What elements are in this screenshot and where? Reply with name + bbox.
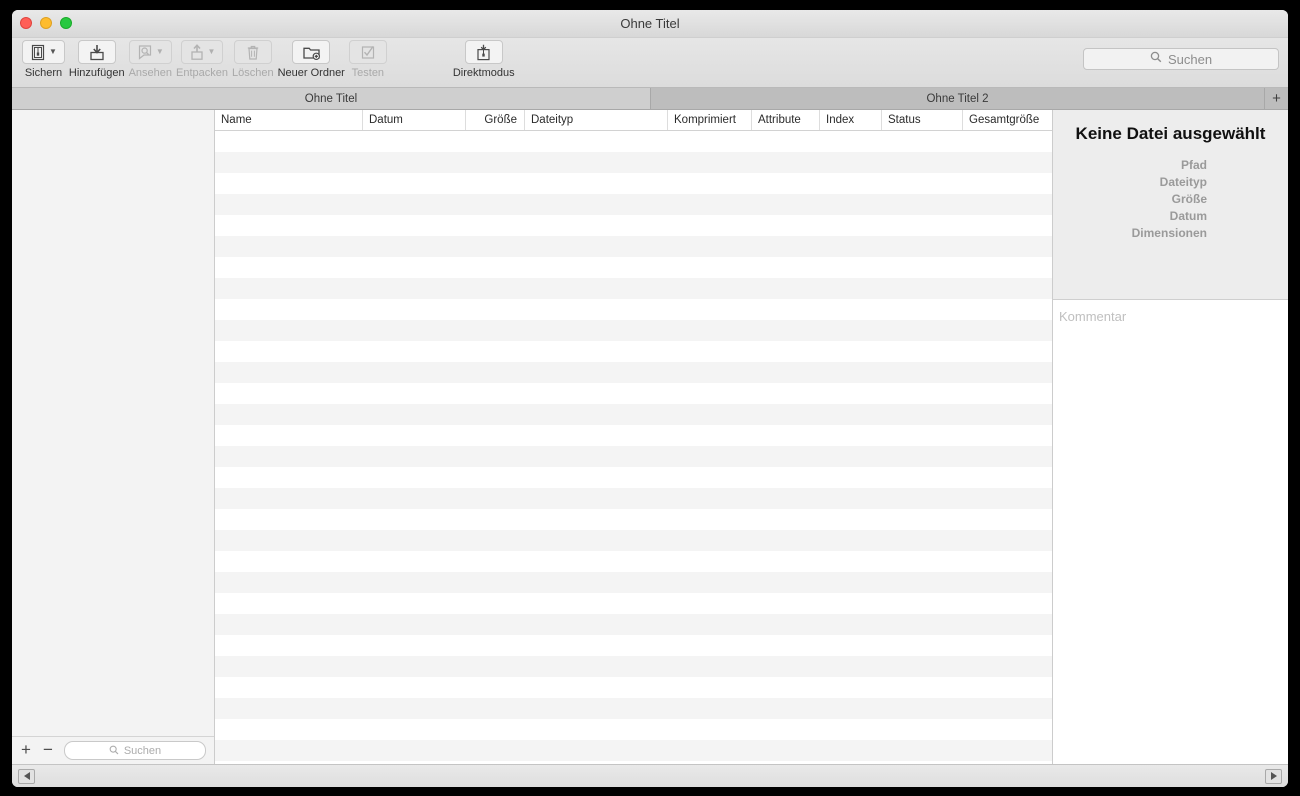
- app-window: Ohne Titel ▼ Sichern: [12, 10, 1288, 787]
- direktmodus-button[interactable]: [465, 40, 503, 64]
- add-to-archive-icon: [88, 44, 106, 61]
- inspector-title: Keine Datei ausgewählt: [1053, 124, 1288, 144]
- extract-icon: [189, 44, 205, 61]
- direct-mode-icon: [475, 44, 492, 61]
- new-tab-button[interactable]: +: [1265, 88, 1288, 109]
- inspector-panel: Keine Datei ausgewählt Pfad Dateityp Grö…: [1052, 110, 1288, 764]
- chevron-down-icon[interactable]: ▼: [156, 48, 164, 56]
- inspector-info: Keine Datei ausgewählt Pfad Dateityp Grö…: [1053, 110, 1288, 300]
- inspector-field-groesse: Größe: [1053, 192, 1288, 206]
- toolbar-item-direktmodus[interactable]: Direktmodus: [453, 40, 515, 79]
- toolbar-label-direktmodus: Direktmodus: [453, 67, 515, 79]
- toolbar-item-ansehen[interactable]: ▼ Ansehen: [129, 40, 172, 79]
- column-header-dateityp[interactable]: Dateityp: [525, 110, 668, 130]
- toolbar-label-sichern: Sichern: [25, 67, 62, 79]
- toolbar: ▼ Sichern Hinzufügen: [12, 38, 1288, 88]
- toolbar-item-loeschen[interactable]: Löschen: [232, 40, 274, 79]
- archive-save-icon: [30, 44, 46, 61]
- chevron-down-icon[interactable]: ▼: [208, 48, 216, 56]
- column-header-komprimiert[interactable]: Komprimiert: [668, 110, 752, 130]
- column-header-groesse[interactable]: Größe: [466, 110, 525, 130]
- new-folder-icon: [302, 44, 321, 61]
- toggle-inspector-button[interactable]: [1265, 769, 1282, 784]
- neuer-ordner-button[interactable]: [292, 40, 330, 64]
- tab-label: Ohne Titel 2: [926, 93, 988, 105]
- toolbar-label-neuer-ordner: Neuer Ordner: [278, 67, 345, 79]
- hinzufuegen-button[interactable]: [78, 40, 116, 64]
- inspector-field-dateityp: Dateityp: [1053, 175, 1288, 189]
- toolbar-label-loeschen: Löschen: [232, 67, 274, 79]
- toolbar-label-entpacken: Entpacken: [176, 67, 228, 79]
- tab-label: Ohne Titel: [305, 93, 357, 105]
- toolbar-label-hinzufuegen: Hinzufügen: [69, 67, 125, 79]
- sidebar-search-placeholder: Suchen: [124, 745, 161, 757]
- file-list-rows[interactable]: [215, 131, 1052, 764]
- sidebar-list[interactable]: [12, 110, 214, 736]
- toolbar-search-placeholder: Suchen: [1168, 52, 1212, 67]
- file-list: Name Datum Größe Dateityp Komprimiert At…: [215, 110, 1052, 764]
- inspector-label: Datum: [1170, 209, 1207, 223]
- inspector-label: Größe: [1172, 192, 1207, 206]
- toolbar-item-neuer-ordner[interactable]: Neuer Ordner: [278, 40, 345, 79]
- column-header-datum[interactable]: Datum: [363, 110, 466, 130]
- toolbar-label-testen: Testen: [352, 67, 384, 79]
- preview-icon: [137, 44, 153, 61]
- inspector-label: Dateityp: [1160, 175, 1207, 189]
- column-header-status[interactable]: Status: [882, 110, 963, 130]
- chevron-down-icon[interactable]: ▼: [49, 48, 57, 56]
- tab-ohne-titel[interactable]: Ohne Titel: [12, 88, 651, 109]
- triangle-left-icon: [24, 772, 30, 780]
- column-header-row: Name Datum Größe Dateityp Komprimiert At…: [215, 110, 1052, 131]
- sidebar-remove-button[interactable]: −: [40, 741, 56, 761]
- triangle-right-icon: [1271, 772, 1277, 780]
- title-bar: Ohne Titel: [12, 10, 1288, 38]
- main-content: + − Suchen Name Datum Größe: [12, 110, 1288, 764]
- inspector-field-datum: Datum: [1053, 209, 1288, 223]
- column-header-name[interactable]: Name: [215, 110, 363, 130]
- toolbar-search-field[interactable]: Suchen: [1083, 48, 1279, 70]
- column-header-index[interactable]: Index: [820, 110, 882, 130]
- toolbar-item-hinzufuegen[interactable]: Hinzufügen: [69, 40, 125, 79]
- status-bar: [12, 764, 1288, 787]
- column-header-attribute[interactable]: Attribute: [752, 110, 820, 130]
- toolbar-item-entpacken[interactable]: ▼ Entpacken: [176, 40, 228, 79]
- plus-icon: +: [1272, 91, 1281, 106]
- inspector-field-dimensionen: Dimensionen: [1053, 226, 1288, 240]
- sidebar-footer: + − Suchen: [12, 736, 214, 764]
- sidebar: + − Suchen: [12, 110, 215, 764]
- comment-placeholder: Kommentar: [1059, 309, 1126, 324]
- sidebar-add-button[interactable]: +: [18, 741, 34, 761]
- toolbar-label-ansehen: Ansehen: [129, 67, 172, 79]
- test-checkmark-icon: [360, 44, 376, 61]
- search-icon: [1150, 50, 1162, 68]
- comment-textarea[interactable]: Kommentar: [1053, 300, 1288, 764]
- ansehen-button[interactable]: ▼: [129, 40, 172, 64]
- tab-bar: Ohne Titel Ohne Titel 2 +: [12, 88, 1288, 110]
- inspector-label: Pfad: [1181, 158, 1207, 172]
- sidebar-search-field[interactable]: Suchen: [64, 741, 206, 760]
- inspector-field-pfad: Pfad: [1053, 158, 1288, 172]
- toolbar-item-testen[interactable]: Testen: [349, 40, 387, 79]
- column-header-gesamtgroesse[interactable]: Gesamtgröße: [963, 110, 1052, 130]
- sichern-button[interactable]: ▼: [22, 40, 65, 64]
- entpacken-button[interactable]: ▼: [181, 40, 224, 64]
- search-icon: [109, 742, 119, 760]
- toggle-sidebar-button[interactable]: [18, 769, 35, 784]
- toolbar-item-sichern[interactable]: ▼ Sichern: [22, 40, 65, 79]
- window-title: Ohne Titel: [12, 16, 1288, 31]
- inspector-label: Dimensionen: [1132, 226, 1207, 240]
- loeschen-button[interactable]: [234, 40, 272, 64]
- trash-icon: [246, 44, 260, 61]
- tab-ohne-titel-2[interactable]: Ohne Titel 2: [651, 88, 1265, 109]
- testen-button[interactable]: [349, 40, 387, 64]
